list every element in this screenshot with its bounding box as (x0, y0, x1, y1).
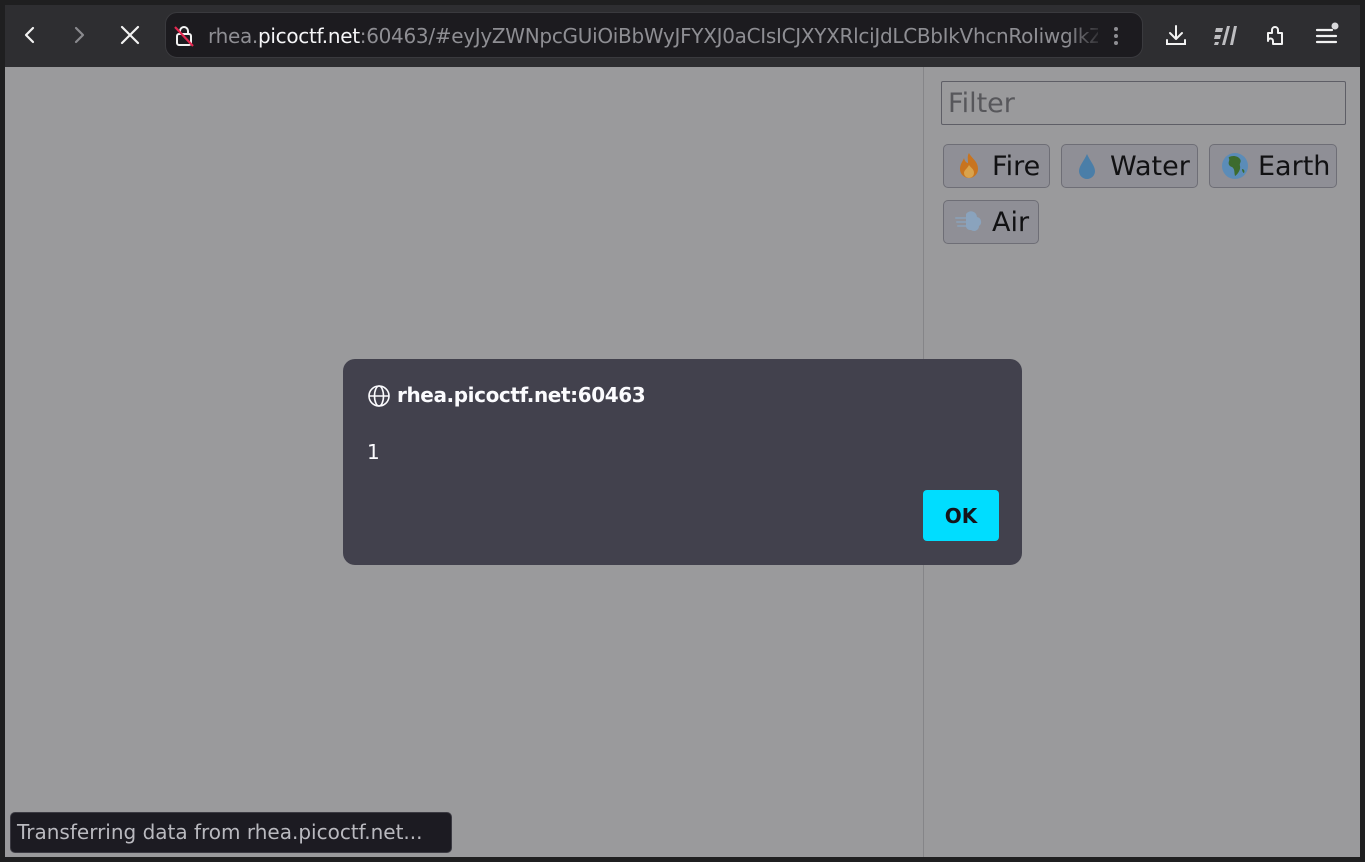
globe-africa-icon (1222, 153, 1248, 179)
stop-button[interactable] (112, 17, 148, 53)
reader-button[interactable] (1208, 17, 1244, 53)
close-icon (120, 25, 140, 45)
element-chip-earth[interactable]: Earth (1209, 144, 1337, 188)
element-label: Earth (1258, 150, 1331, 182)
back-button[interactable] (12, 17, 48, 53)
insecure-lock-icon[interactable] (172, 24, 196, 48)
url-host: picoctf.net (257, 24, 360, 48)
browser-window: rhea.picoctf.net:60463/#eyJyZWNpcGUiOiBb… (0, 0, 1365, 862)
downloads-button[interactable] (1158, 17, 1194, 53)
wind-icon (955, 211, 982, 231)
dialog-origin: rhea.picoctf.net:60463 (397, 383, 646, 407)
globe-icon (368, 385, 390, 407)
element-chip-air[interactable]: Air (943, 200, 1039, 244)
dialog-message: 1 (367, 440, 380, 464)
extensions-icon (1267, 26, 1283, 45)
element-label: Fire (992, 150, 1041, 182)
url-fade (1066, 17, 1106, 55)
element-chip-water[interactable]: Water (1061, 144, 1198, 188)
more-vertical-icon[interactable] (1104, 23, 1128, 49)
reader-icon (1214, 26, 1237, 45)
navigation-toolbar: rhea.picoctf.net:60463/#eyJyZWNpcGUiOiBb… (5, 5, 1360, 67)
chevron-right-icon (74, 26, 85, 44)
download-icon (1166, 25, 1186, 45)
ok-button[interactable]: OK (923, 490, 999, 541)
chevron-left-icon (24, 26, 35, 44)
forward-button[interactable] (61, 17, 97, 53)
droplet-icon (1079, 154, 1095, 179)
url-text[interactable]: rhea.picoctf.net:60463/#eyJyZWNpcGUiOiBb… (208, 23, 1098, 49)
extensions-button[interactable] (1258, 17, 1294, 53)
menu-button[interactable] (1309, 17, 1345, 53)
address-bar[interactable]: rhea.picoctf.net:60463/#eyJyZWNpcGUiOiBb… (165, 12, 1143, 58)
menu-icon (1315, 22, 1339, 44)
alert-dialog: rhea.picoctf.net:60463 1 OK (343, 359, 1022, 565)
url-path: :60463/#eyJyZWNpcGUiOiBbWyJFYXJ0aCIsICJX… (359, 24, 1098, 48)
element-chip-fire[interactable]: Fire (943, 144, 1050, 188)
status-bar: Transferring data from rhea.picoctf.net.… (10, 812, 452, 853)
element-label: Water (1110, 150, 1190, 182)
fire-icon (960, 153, 978, 178)
filter-input[interactable] (941, 81, 1346, 125)
url-prefix: rhea. (208, 24, 258, 48)
element-label: Air (992, 206, 1030, 238)
